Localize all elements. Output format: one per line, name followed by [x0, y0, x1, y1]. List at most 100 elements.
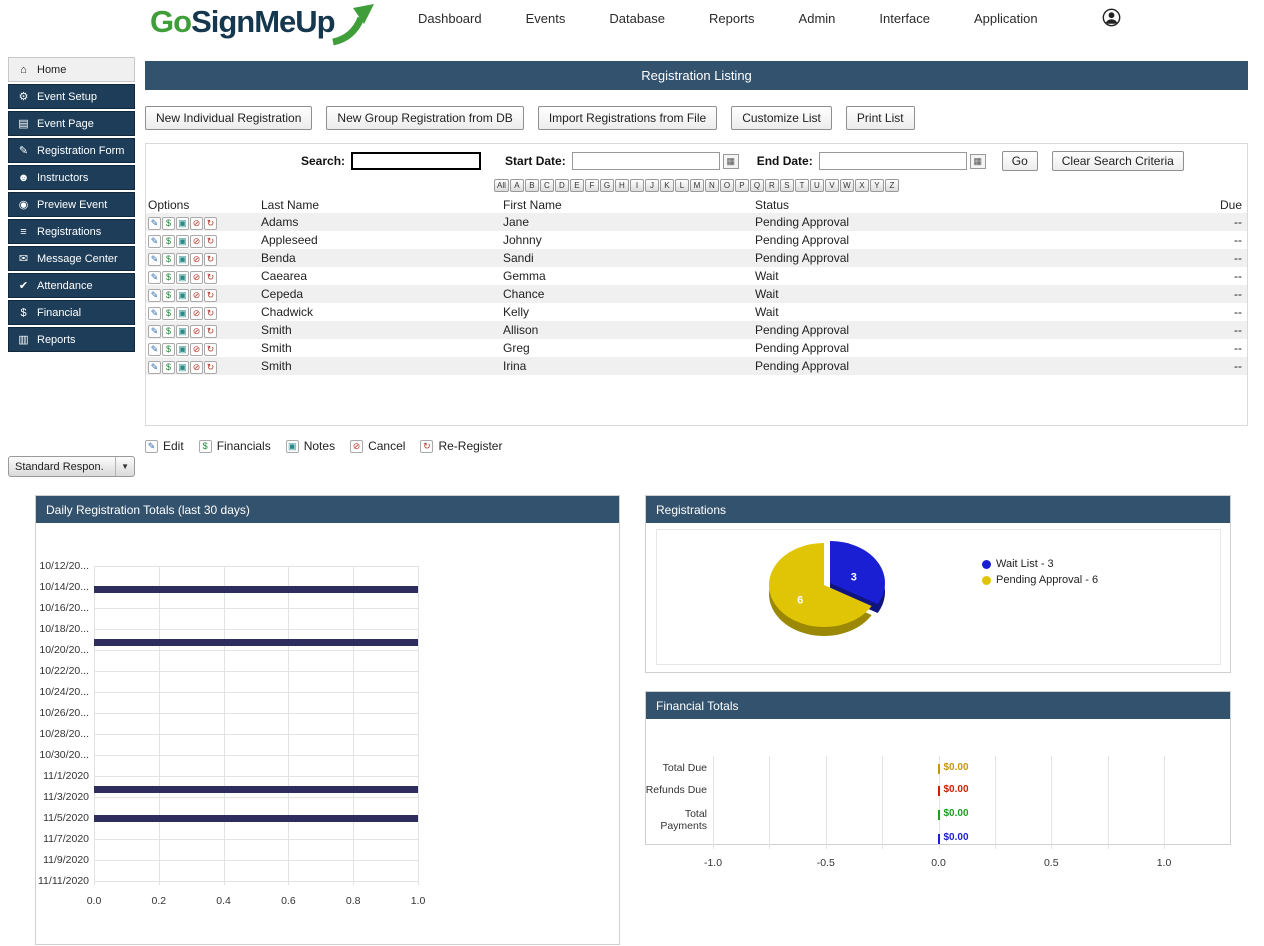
sidebar-item-attendance[interactable]: ✔Attendance [8, 273, 135, 298]
financials-icon[interactable]: $ [162, 271, 175, 284]
edit-icon[interactable]: ✎ [148, 307, 161, 320]
go-button[interactable]: Go [1002, 151, 1038, 171]
reregister-icon[interactable]: ↻ [204, 253, 217, 266]
sidebar-item-event-page[interactable]: ▤Event Page [8, 111, 135, 136]
sidebar-item-message-center[interactable]: ✉Message Center [8, 246, 135, 271]
edit-icon[interactable]: ✎ [148, 271, 161, 284]
start-date-calendar-icon[interactable]: ▦ [723, 154, 739, 169]
financials-icon[interactable]: $ [162, 343, 175, 356]
cancel-icon[interactable]: ⊘ [190, 325, 203, 338]
notes-icon[interactable]: ▣ [176, 343, 189, 356]
cancel-icon[interactable]: ⊘ [190, 289, 203, 302]
financials-icon[interactable]: $ [162, 325, 175, 338]
table-row[interactable]: ✎$▣⊘↻AdamsJanePending Approval-- [146, 213, 1247, 231]
alpha-y-button[interactable]: Y [870, 179, 884, 192]
alpha-h-button[interactable]: H [615, 179, 629, 192]
import-registrations-from-file-button[interactable]: Import Registrations from File [538, 106, 717, 130]
table-row[interactable]: ✎$▣⊘↻CepedaChanceWait-- [146, 285, 1247, 303]
reregister-icon[interactable]: ↻ [204, 361, 217, 374]
sidebar-item-reports[interactable]: ▥Reports [8, 327, 135, 352]
alpha-z-button[interactable]: Z [885, 179, 899, 192]
alpha-k-button[interactable]: K [660, 179, 674, 192]
sidebar-item-home[interactable]: ⌂Home [8, 57, 135, 82]
cancel-icon[interactable]: ⊘ [190, 271, 203, 284]
edit-icon[interactable]: ✎ [148, 343, 161, 356]
alpha-f-button[interactable]: F [585, 179, 599, 192]
sidebar-item-preview-event[interactable]: ◉Preview Event [8, 192, 135, 217]
table-row[interactable]: ✎$▣⊘↻BendaSandiPending Approval-- [146, 249, 1247, 267]
nav-item-interface[interactable]: Interface [879, 11, 930, 26]
table-row[interactable]: ✎$▣⊘↻SmithGregPending Approval-- [146, 339, 1247, 357]
end-date-calendar-icon[interactable]: ▦ [970, 154, 986, 169]
start-date-input[interactable] [572, 152, 720, 170]
notes-icon[interactable]: ▣ [176, 361, 189, 374]
sidebar-item-financial[interactable]: $Financial [8, 300, 135, 325]
alpha-c-button[interactable]: C [540, 179, 554, 192]
print-list-button[interactable]: Print List [846, 106, 915, 130]
alpha-a-button[interactable]: A [510, 179, 524, 192]
financials-icon[interactable]: $ [162, 235, 175, 248]
gosignmeup-logo[interactable]: Go SignMeUp [150, 4, 375, 46]
alpha-j-button[interactable]: J [645, 179, 659, 192]
alpha-w-button[interactable]: W [840, 179, 854, 192]
edit-icon[interactable]: ✎ [148, 253, 161, 266]
nav-item-reports[interactable]: Reports [709, 11, 755, 26]
notes-icon[interactable]: ▣ [176, 289, 189, 302]
nav-item-dashboard[interactable]: Dashboard [418, 11, 482, 26]
alpha-u-button[interactable]: U [810, 179, 824, 192]
cancel-icon[interactable]: ⊘ [190, 361, 203, 374]
alpha-t-button[interactable]: T [795, 179, 809, 192]
alpha-d-button[interactable]: D [555, 179, 569, 192]
table-row[interactable]: ✎$▣⊘↻SmithAllisonPending Approval-- [146, 321, 1247, 339]
user-account-button[interactable] [1102, 8, 1121, 32]
reregister-icon[interactable]: ↻ [204, 325, 217, 338]
cancel-icon[interactable]: ⊘ [190, 343, 203, 356]
alpha-s-button[interactable]: S [780, 179, 794, 192]
alpha-e-button[interactable]: E [570, 179, 584, 192]
table-row[interactable]: ✎$▣⊘↻CaeareaGemmaWait-- [146, 267, 1247, 285]
reregister-icon[interactable]: ↻ [204, 217, 217, 230]
alpha-g-button[interactable]: G [600, 179, 614, 192]
standard-response-dropdown[interactable]: Standard Respon. ▼ [8, 456, 135, 477]
cancel-icon[interactable]: ⊘ [190, 235, 203, 248]
alpha-b-button[interactable]: B [525, 179, 539, 192]
edit-icon[interactable]: ✎ [148, 235, 161, 248]
financials-icon[interactable]: $ [162, 307, 175, 320]
financials-icon[interactable]: $ [162, 361, 175, 374]
reregister-icon[interactable]: ↻ [204, 289, 217, 302]
alpha-all-button[interactable]: All [494, 179, 509, 192]
customize-list-button[interactable]: Customize List [731, 106, 832, 130]
table-row[interactable]: ✎$▣⊘↻SmithIrinaPending Approval-- [146, 357, 1247, 375]
sidebar-item-event-setup[interactable]: ⚙Event Setup [8, 84, 135, 109]
reregister-icon[interactable]: ↻ [204, 343, 217, 356]
alpha-q-button[interactable]: Q [750, 179, 764, 192]
edit-icon[interactable]: ✎ [148, 325, 161, 338]
clear-search-button[interactable]: Clear Search Criteria [1052, 151, 1184, 171]
reregister-icon[interactable]: ↻ [204, 235, 217, 248]
alpha-l-button[interactable]: L [675, 179, 689, 192]
cancel-icon[interactable]: ⊘ [190, 217, 203, 230]
edit-icon[interactable]: ✎ [148, 217, 161, 230]
alpha-i-button[interactable]: I [630, 179, 644, 192]
new-individual-registration-button[interactable]: New Individual Registration [145, 106, 312, 130]
alpha-m-button[interactable]: M [690, 179, 704, 192]
nav-item-admin[interactable]: Admin [799, 11, 836, 26]
alpha-n-button[interactable]: N [705, 179, 719, 192]
financials-icon[interactable]: $ [162, 253, 175, 266]
sidebar-item-instructors[interactable]: ☻Instructors [8, 165, 135, 190]
edit-icon[interactable]: ✎ [148, 289, 161, 302]
notes-icon[interactable]: ▣ [176, 307, 189, 320]
alpha-r-button[interactable]: R [765, 179, 779, 192]
nav-item-events[interactable]: Events [526, 11, 566, 26]
notes-icon[interactable]: ▣ [176, 217, 189, 230]
sidebar-item-registrations[interactable]: ≡Registrations [8, 219, 135, 244]
alpha-o-button[interactable]: O [720, 179, 734, 192]
cancel-icon[interactable]: ⊘ [190, 307, 203, 320]
table-row[interactable]: ✎$▣⊘↻ChadwickKellyWait-- [146, 303, 1247, 321]
notes-icon[interactable]: ▣ [176, 271, 189, 284]
new-group-registration-from-db-button[interactable]: New Group Registration from DB [326, 106, 523, 130]
sidebar-item-registration-form[interactable]: ✎Registration Form [8, 138, 135, 163]
financials-icon[interactable]: $ [162, 217, 175, 230]
table-row[interactable]: ✎$▣⊘↻AppleseedJohnnyPending Approval-- [146, 231, 1247, 249]
search-input[interactable] [351, 152, 481, 170]
